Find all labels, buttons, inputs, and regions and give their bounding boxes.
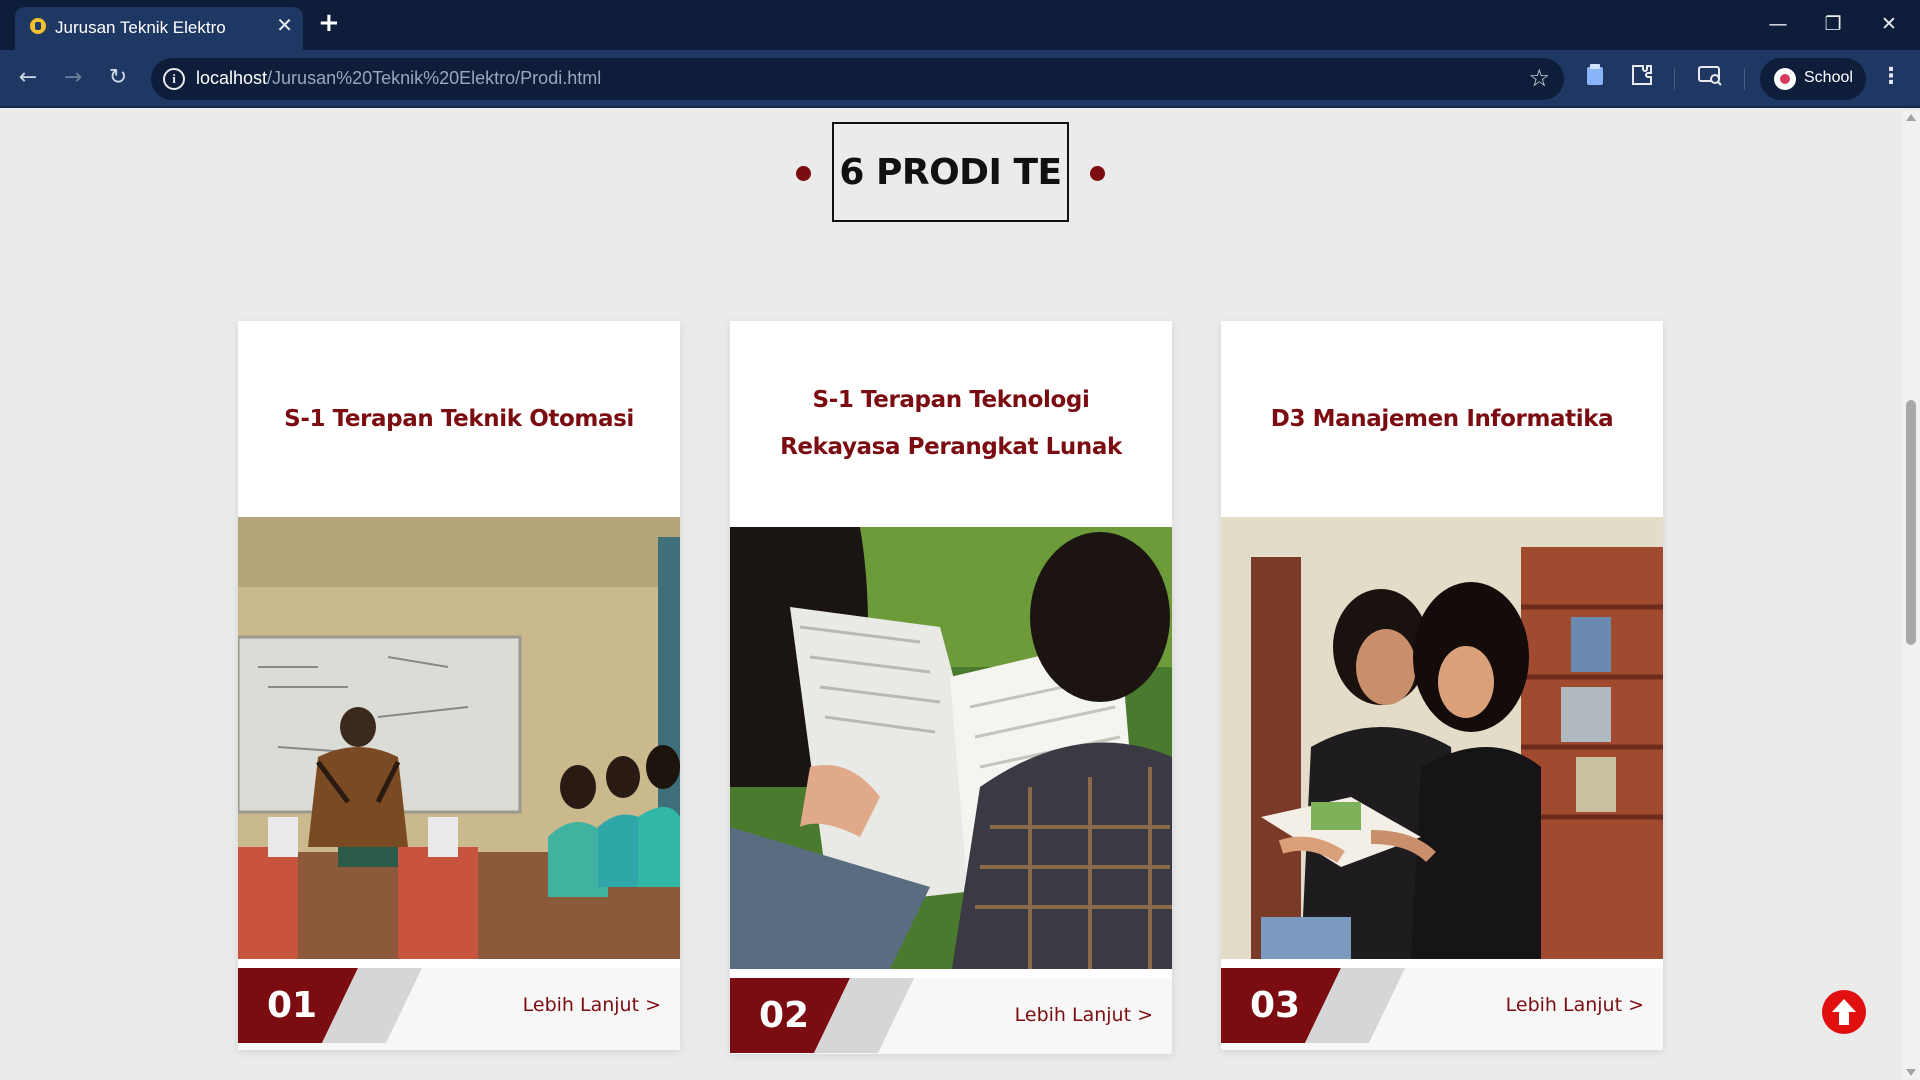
site-info-icon[interactable]: i: [163, 68, 185, 90]
back-button[interactable]: ←: [11, 61, 45, 95]
card-title-area: S-1 Terapan Teknologi Rekayasa Perangkat…: [730, 321, 1172, 527]
prodi-card: S-1 Terapan Teknologi Rekayasa Perangkat…: [730, 321, 1172, 1054]
cast-search-icon[interactable]: [1697, 63, 1723, 96]
card-photo-classroom: [238, 517, 680, 959]
prodi-card: S-1 Terapan Teknik Otomasi 01 Lebih Lanj…: [238, 321, 680, 1050]
card-title[interactable]: D3 Manajemen Informatika: [1271, 396, 1614, 443]
card-title-area: S-1 Terapan Teknik Otomasi: [238, 321, 680, 517]
page-content: 6 PRODI TE S-1 Terapan Teknik Otomasi 01…: [0, 110, 1902, 1080]
browser-toolbar: ← → ↻ i localhost/Jurusan%20Teknik%20Ele…: [0, 50, 1920, 108]
card-title[interactable]: S-1 Terapan Teknik Otomasi: [284, 396, 634, 443]
toolbar-separator: [1744, 68, 1745, 90]
lebih-lanjut-link[interactable]: Lebih Lanjut >: [523, 994, 661, 1016]
lebih-lanjut-link[interactable]: Lebih Lanjut >: [1506, 994, 1644, 1016]
card-title[interactable]: S-1 Terapan Teknologi Rekayasa Perangkat…: [770, 377, 1132, 471]
tab-title: Jurusan Teknik Elektro: [55, 18, 226, 37]
heading-dot-left: [796, 166, 811, 181]
tab-close-icon[interactable]: ✕: [276, 15, 293, 35]
address-bar[interactable]: i localhost/Jurusan%20Teknik%20Elektro/P…: [151, 58, 1564, 100]
arrow-up-icon: [1832, 999, 1856, 1025]
card-footer: 03 Lebih Lanjut >: [1221, 968, 1663, 1050]
card-photo-library: [1221, 517, 1663, 959]
new-tab-button[interactable]: +: [318, 10, 340, 36]
browser-menu-icon[interactable]: ⋮: [1880, 64, 1902, 89]
reload-button[interactable]: ↻: [101, 61, 135, 95]
card-footer: 02 Lebih Lanjut >: [730, 978, 1172, 1054]
restore-button[interactable]: ❐: [1810, 6, 1856, 42]
profile-button[interactable]: School: [1760, 58, 1866, 100]
close-window-button[interactable]: ✕: [1866, 6, 1912, 42]
profile-avatar-icon: [1774, 68, 1796, 90]
lebih-lanjut-link[interactable]: Lebih Lanjut >: [1015, 1004, 1153, 1026]
page-title: 6 PRODI TE: [839, 151, 1062, 193]
url-text[interactable]: localhost/Jurusan%20Teknik%20Elektro/Pro…: [196, 68, 601, 89]
bookmark-star-icon[interactable]: ☆: [1528, 64, 1550, 92]
forward-button[interactable]: →: [56, 61, 90, 95]
tab-bar: Jurusan Teknik Elektro ✕ + — ❐ ✕: [0, 0, 1920, 50]
toolbar-separator: [1674, 68, 1675, 90]
prodi-card: D3 Manajemen Informatika 03 Lebih Lanjut…: [1221, 321, 1663, 1050]
site-favicon-icon: [27, 15, 49, 37]
back-to-top-button[interactable]: [1822, 990, 1866, 1034]
card-footer: 01 Lebih Lanjut >: [238, 968, 680, 1050]
profile-name: School: [1804, 69, 1853, 86]
heading-box: 6 PRODI TE: [832, 122, 1069, 222]
page-scrollbar[interactable]: [1902, 110, 1920, 1080]
card-photo-reading: [730, 527, 1172, 969]
browser-tab[interactable]: Jurusan Teknik Elektro ✕: [15, 7, 303, 50]
scroll-thumb[interactable]: [1906, 400, 1916, 645]
reading-list-icon[interactable]: [1584, 63, 1606, 96]
extensions-icon[interactable]: [1630, 63, 1654, 96]
minimize-button[interactable]: —: [1755, 6, 1801, 42]
scroll-up-arrow-icon[interactable]: [1906, 114, 1916, 121]
heading-dot-right: [1090, 166, 1105, 181]
scroll-down-arrow-icon[interactable]: [1906, 1069, 1916, 1076]
card-title-area: D3 Manajemen Informatika: [1221, 321, 1663, 517]
